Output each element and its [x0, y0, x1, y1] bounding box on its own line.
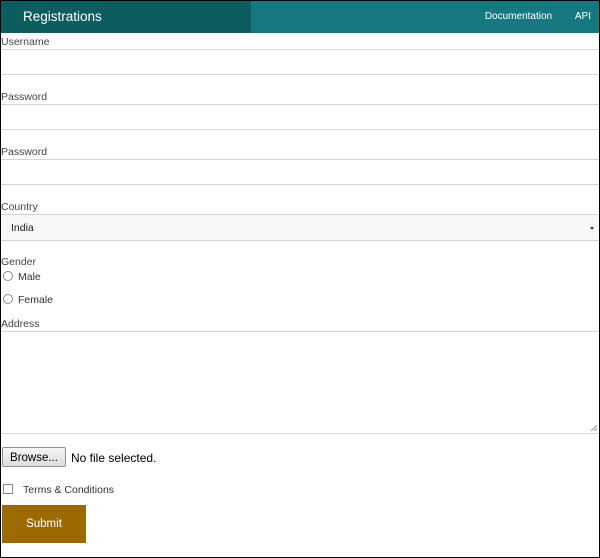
- country-select[interactable]: India: [1, 214, 599, 241]
- nav-link-api[interactable]: API: [575, 11, 591, 22]
- nav-links: Documentation API: [465, 11, 591, 22]
- gender-option-female[interactable]: Female: [3, 294, 53, 306]
- brand-area: Registrations: [1, 1, 251, 33]
- gender-option-label: Female: [18, 294, 54, 306]
- navbar: Registrations Documentation API: [1, 1, 599, 33]
- chevron-down-icon: [590, 227, 594, 230]
- terms-label: Terms & Conditions: [23, 484, 115, 496]
- country-label: Country: [1, 201, 38, 213]
- radio-button[interactable]: [3, 271, 13, 281]
- password-input[interactable]: [1, 104, 599, 130]
- gender-option-label: Male: [18, 271, 41, 283]
- resize-grip-icon[interactable]: [591, 425, 597, 431]
- address-label: Address: [1, 318, 40, 330]
- gender-option-male[interactable]: Male: [3, 271, 41, 283]
- radio-button[interactable]: [3, 294, 13, 304]
- password-label: Password: [1, 91, 48, 103]
- brand-title[interactable]: Registrations: [23, 9, 102, 24]
- username-input[interactable]: [1, 49, 599, 75]
- nav-link-documentation[interactable]: Documentation: [485, 11, 552, 22]
- terms-checkbox[interactable]: [3, 484, 13, 494]
- registration-window: Registrations Documentation API Username…: [0, 0, 600, 558]
- confirm-password-input[interactable]: [1, 159, 599, 185]
- file-status-text: No file selected.: [71, 451, 157, 465]
- confirm-password-label: Password: [1, 146, 48, 158]
- submit-button[interactable]: Submit: [2, 505, 86, 543]
- country-selected-value: India: [11, 222, 34, 234]
- browse-button[interactable]: Browse...: [2, 447, 66, 467]
- username-label: Username: [1, 36, 50, 48]
- address-textarea[interactable]: [1, 331, 599, 434]
- gender-label: Gender: [1, 256, 37, 268]
